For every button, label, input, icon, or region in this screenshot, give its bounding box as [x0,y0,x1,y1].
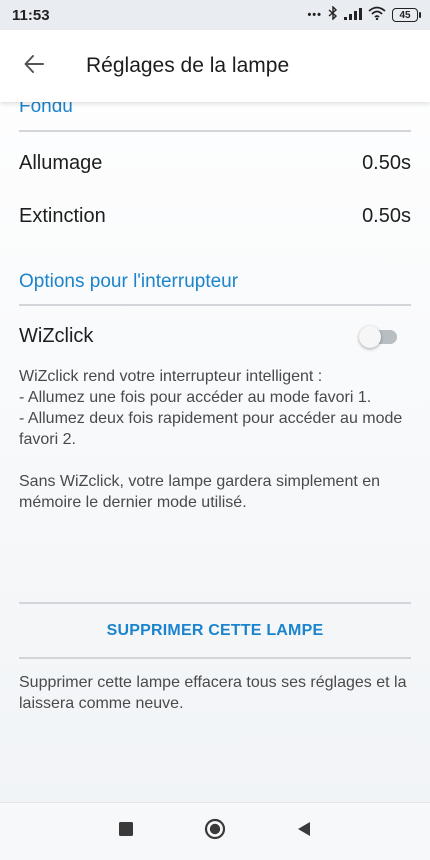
toggle-knob [359,326,381,348]
bluetooth-icon [328,5,338,24]
system-navigation-bar [0,802,430,860]
description-line: - Allumez deux fois rapidement pour accé… [19,410,403,448]
status-icons: ••• 45 [307,5,421,24]
setting-row-on-fade[interactable]: Allumage 0.50s [19,148,411,178]
setting-value: 0.50s [362,151,411,174]
description-line [19,450,411,471]
delete-description: Supprimer cette lampe effacera tous ses … [19,674,407,712]
setting-row-off-fade[interactable]: Extinction 0.50s [19,201,411,231]
status-time: 11:53 [12,6,50,24]
description-line: WiZclick rend votre interrupteur intelli… [19,368,323,385]
description-line: - Allumez une fois pour accéder au mode … [19,389,372,406]
triangle-back-icon [297,821,311,842]
delete-lamp-button[interactable]: SUPPRIMER CETTE LAMPE [19,605,411,657]
back-nav-button[interactable] [260,812,349,852]
divider [19,657,411,659]
battery-level: 45 [399,9,411,21]
circle-icon [204,818,226,845]
divider [19,304,411,306]
home-button[interactable] [171,812,260,852]
back-button[interactable] [14,46,54,86]
divider [19,602,411,604]
app-bar: Réglages de la lampe [0,30,430,102]
section-heading-switch: Options pour l'interrupteur [19,271,239,292]
setting-label: Allumage [19,151,103,174]
wizclick-row: WiZclick [19,321,411,351]
arrow-left-icon [23,53,45,80]
recents-button[interactable] [82,812,171,852]
page-title: Réglages de la lampe [86,54,290,77]
setting-value: 0.50s [362,204,411,227]
wizclick-toggle[interactable] [359,325,399,348]
square-icon [119,822,133,841]
description-line: Sans WiZclick, votre lampe gardera simpl… [19,473,381,511]
wizclick-label: WiZclick [19,324,94,347]
signal-icon [344,7,362,24]
status-bar: 11:53 ••• 45 [0,0,430,30]
battery-icon: 45 [392,8,421,22]
divider [19,130,411,132]
notification-dots: ••• [307,9,322,21]
wifi-icon [368,6,386,24]
setting-label: Extinction [19,204,106,227]
wizclick-description: WiZclick rend votre interrupteur intelli… [19,366,411,513]
